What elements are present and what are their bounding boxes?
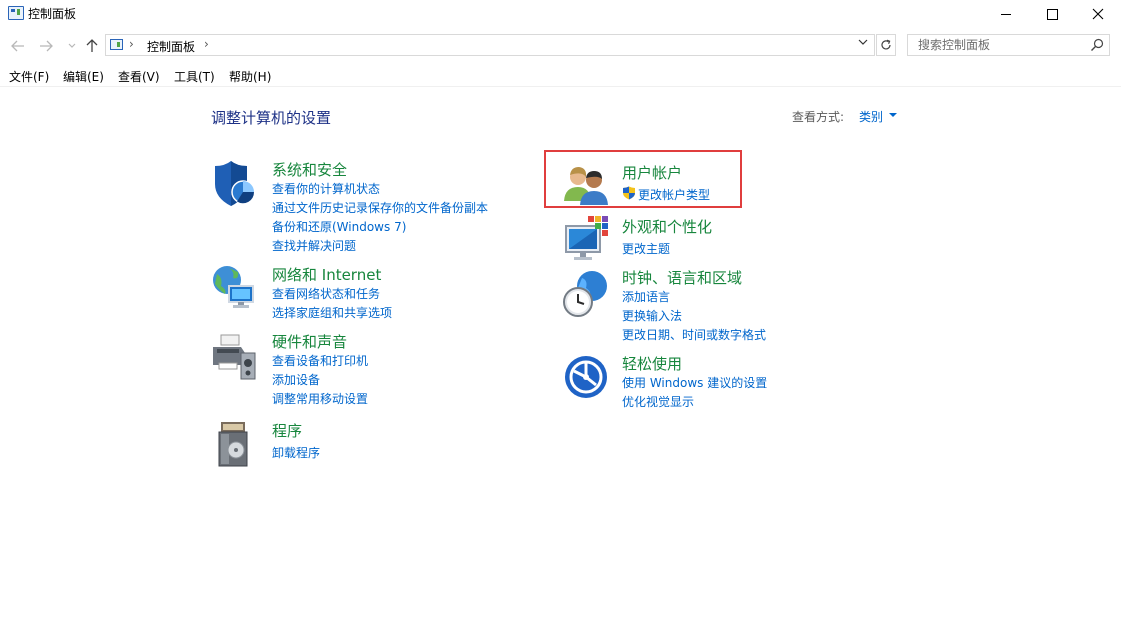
page-title: 调整计算机的设置 bbox=[211, 109, 332, 127]
search-box[interactable] bbox=[907, 34, 1110, 56]
network-icon bbox=[213, 266, 254, 308]
uac-shield-icon bbox=[623, 186, 635, 200]
link-homegroup-sharing[interactable]: 选择家庭组和共享选项 bbox=[272, 304, 392, 321]
category-ease-of-access-icon[interactable] bbox=[564, 355, 612, 407]
category-clock-language-region[interactable]: 时钟、语言和区域 bbox=[622, 267, 742, 288]
link-mobility-settings[interactable]: 调整常用移动设置 bbox=[272, 390, 368, 407]
link-view-computer-status[interactable]: 查看你的计算机状态 bbox=[272, 180, 380, 197]
category-hardware-sound[interactable]: 硬件和声音 bbox=[272, 331, 347, 352]
link-add-device[interactable]: 添加设备 bbox=[272, 371, 320, 388]
programs-icon bbox=[218, 422, 248, 467]
category-user-accounts[interactable]: 用户帐户 bbox=[622, 162, 682, 183]
clock-globe-icon bbox=[563, 271, 607, 317]
view-by-dropdown[interactable]: 类别 bbox=[859, 108, 883, 125]
view-by-label: 查看方式: bbox=[792, 110, 845, 124]
search-input[interactable] bbox=[908, 35, 1083, 55]
link-recommended-settings[interactable]: 使用 Windows 建议的设置 bbox=[622, 374, 767, 391]
category-user-accounts-icon[interactable] bbox=[562, 161, 610, 213]
breadcrumb-control-panel[interactable]: 控制面板 bbox=[147, 38, 195, 55]
appearance-icon bbox=[565, 216, 608, 260]
minimize-icon bbox=[1001, 13, 1011, 15]
category-system-security[interactable]: 系统和安全 bbox=[272, 159, 347, 180]
link-network-status[interactable]: 查看网络状态和任务 bbox=[272, 285, 380, 302]
menu-help[interactable]: 帮助(H) bbox=[229, 68, 271, 85]
menu-edit[interactable]: 编辑(E) bbox=[63, 68, 104, 85]
arrow-right-icon bbox=[40, 40, 53, 52]
uac-shield-icon bbox=[622, 185, 636, 204]
link-change-theme[interactable]: 更改主题 bbox=[622, 240, 670, 257]
minimize-button[interactable] bbox=[983, 0, 1029, 28]
title-bar: 控制面板 bbox=[0, 0, 1121, 28]
category-appearance-personalization[interactable]: 外观和个性化 bbox=[622, 216, 712, 237]
category-network-internet-icon[interactable] bbox=[211, 264, 259, 316]
back-button[interactable] bbox=[8, 36, 28, 56]
forward-button[interactable] bbox=[36, 36, 56, 56]
arrow-left-icon bbox=[11, 40, 24, 52]
address-bar[interactable]: › 控制面板 › bbox=[105, 34, 875, 56]
maximize-icon bbox=[1046, 8, 1058, 20]
category-hardware-sound-icon[interactable] bbox=[211, 333, 259, 385]
printer-icon bbox=[213, 334, 256, 380]
close-icon bbox=[1092, 8, 1104, 20]
users-icon bbox=[564, 167, 608, 205]
link-devices-printers[interactable]: 查看设备和打印机 bbox=[272, 352, 368, 369]
category-ease-of-access[interactable]: 轻松使用 bbox=[622, 353, 682, 374]
search-icon[interactable] bbox=[1090, 38, 1104, 52]
chevron-down-icon bbox=[858, 39, 868, 45]
category-system-security-icon[interactable] bbox=[211, 160, 259, 212]
shield-icon bbox=[215, 161, 255, 206]
link-uninstall-program[interactable]: 卸载程序 bbox=[272, 444, 320, 461]
window-title: 控制面板 bbox=[28, 7, 77, 21]
category-programs[interactable]: 程序 bbox=[272, 420, 302, 441]
link-file-history-backup[interactable]: 通过文件历史记录保存你的文件备份副本 bbox=[272, 199, 488, 216]
up-button[interactable] bbox=[82, 36, 102, 56]
menu-tools[interactable]: 工具(T) bbox=[174, 68, 215, 85]
link-change-date-time-format[interactable]: 更改日期、时间或数字格式 bbox=[622, 326, 766, 343]
ease-of-access-icon bbox=[565, 356, 607, 398]
chevron-down-icon bbox=[68, 43, 76, 48]
divider bbox=[0, 86, 1121, 87]
link-optimize-visual-display[interactable]: 优化视觉显示 bbox=[622, 393, 694, 410]
category-appearance-icon[interactable] bbox=[562, 214, 610, 266]
address-dropdown-button[interactable] bbox=[858, 37, 868, 48]
link-backup-restore[interactable]: 备份和还原(Windows 7) bbox=[272, 218, 406, 235]
close-button[interactable] bbox=[1075, 0, 1121, 28]
caret-down-icon[interactable] bbox=[889, 113, 897, 117]
control-panel-icon bbox=[8, 6, 24, 20]
recent-locations-button[interactable] bbox=[62, 36, 82, 56]
breadcrumb-separator[interactable]: › bbox=[129, 37, 134, 51]
arrow-up-icon bbox=[86, 39, 98, 52]
category-clock-language-region-icon[interactable] bbox=[562, 270, 610, 322]
refresh-button[interactable] bbox=[876, 34, 896, 56]
breadcrumb-separator[interactable]: › bbox=[204, 37, 209, 51]
menu-bar: 文件(F) 编辑(E) 查看(V) 工具(T) 帮助(H) bbox=[0, 66, 1121, 86]
link-add-language[interactable]: 添加语言 bbox=[622, 288, 670, 305]
menu-file[interactable]: 文件(F) bbox=[9, 68, 49, 85]
control-panel-icon bbox=[110, 39, 123, 50]
link-change-account-type[interactable]: 更改帐户类型 bbox=[638, 186, 710, 203]
category-programs-icon[interactable] bbox=[213, 420, 261, 472]
refresh-icon bbox=[881, 39, 891, 50]
menu-view[interactable]: 查看(V) bbox=[118, 68, 160, 85]
category-network-internet[interactable]: 网络和 Internet bbox=[272, 264, 381, 285]
link-change-input-method[interactable]: 更换输入法 bbox=[622, 307, 682, 324]
maximize-button[interactable] bbox=[1029, 0, 1075, 28]
link-troubleshoot[interactable]: 查找并解决问题 bbox=[272, 237, 356, 254]
